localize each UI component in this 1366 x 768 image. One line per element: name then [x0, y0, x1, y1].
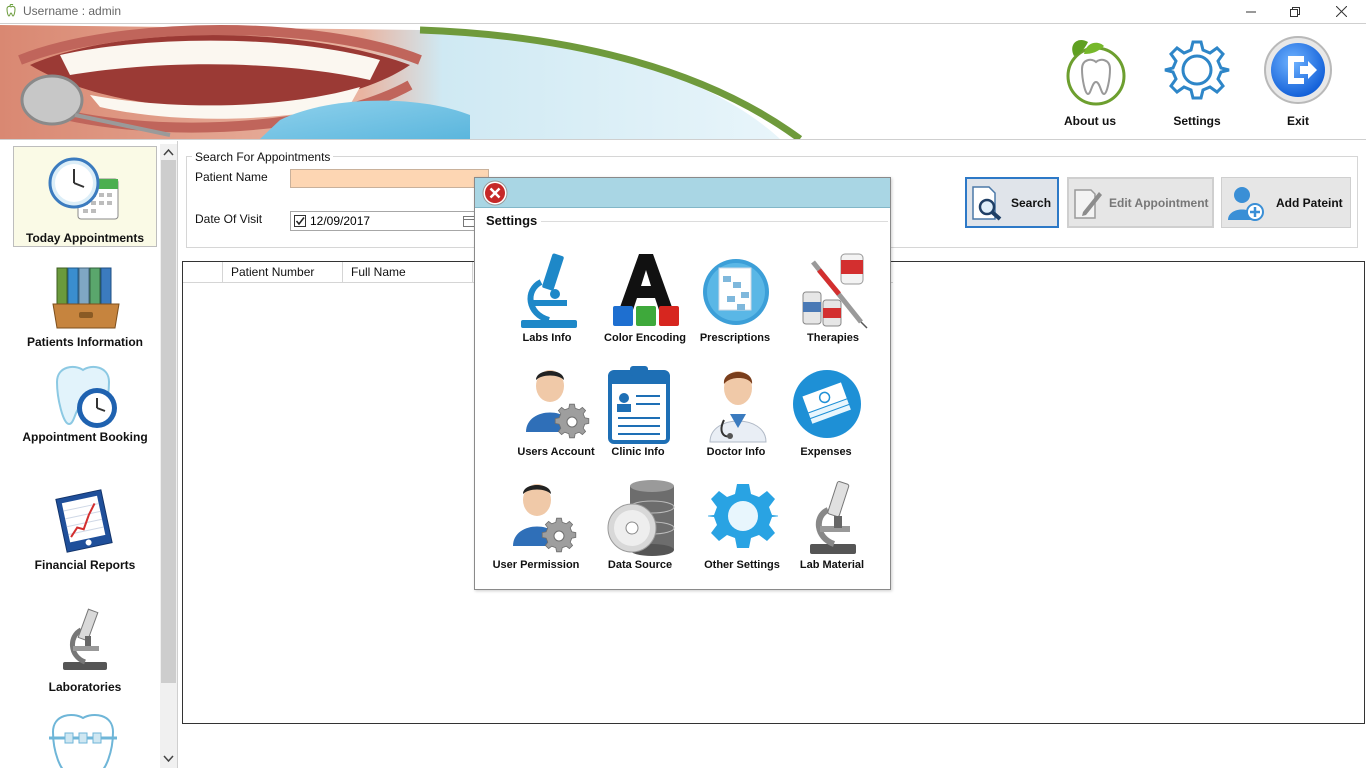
settings-item-label: Data Source — [607, 559, 673, 571]
title-bar: Username : admin — [0, 0, 1366, 23]
settings-dialog-header — [475, 178, 890, 208]
minimize-button[interactable] — [1228, 0, 1274, 23]
binders-icon — [52, 267, 120, 329]
nav-item-appointment-booking[interactable]: Appointment Booking — [13, 360, 157, 450]
microscope-icon — [521, 253, 577, 328]
nav-label: Financial Reports — [34, 558, 136, 572]
column-full-name[interactable]: Full Name — [343, 262, 473, 283]
add-patient-button[interactable]: Add Pateint — [1221, 177, 1351, 228]
restore-button[interactable] — [1272, 0, 1318, 23]
nav-item-patients-information[interactable]: Patients Information — [13, 262, 157, 352]
settings-item-expenses[interactable]: Expenses — [779, 366, 873, 476]
patient-name-label: Patient Name — [195, 170, 268, 184]
gear-icon — [708, 484, 778, 548]
close-icon — [1335, 6, 1347, 17]
scroll-thumb[interactable] — [161, 160, 176, 683]
settings-item-doctor-info[interactable]: Doctor Info — [689, 366, 783, 476]
dialog-divider — [486, 221, 888, 222]
settings-item-label: User Permission — [492, 559, 580, 571]
settings-button[interactable]: Settings — [1154, 32, 1240, 132]
date-of-visit-label: Date Of Visit — [195, 212, 263, 226]
prescription-icon — [703, 259, 769, 325]
date-checkbox[interactable] — [294, 215, 306, 227]
settings-item-clinic-info[interactable]: Clinic Info — [591, 366, 685, 476]
about-us-button[interactable]: About us — [1047, 32, 1133, 132]
user-gear-icon — [513, 484, 577, 553]
search-legend: Search For Appointments — [192, 150, 334, 164]
edit-appointment-label: Edit Appointment — [1109, 195, 1209, 210]
close-button[interactable] — [1318, 0, 1364, 23]
settings-item-label: Lab Material — [799, 559, 865, 571]
user-gear-icon — [526, 370, 590, 439]
nav-item-orthodontics[interactable] — [13, 710, 157, 768]
settings-item-color-encoding[interactable]: Color Encoding — [598, 252, 692, 362]
settings-item-label: Therapies — [807, 332, 859, 344]
app-tooth-icon — [6, 4, 16, 17]
minimize-icon — [1246, 11, 1256, 12]
scroll-up-icon[interactable] — [163, 147, 174, 157]
settings-item-data-source[interactable]: Data Source — [593, 480, 687, 590]
syringe-icon — [802, 253, 868, 329]
exit-label: Exit — [1286, 114, 1309, 128]
restore-icon — [1290, 6, 1300, 17]
dialog-close-icon[interactable] — [481, 180, 509, 206]
nav-label: Today Appointments — [26, 231, 144, 245]
checkmark-icon — [295, 217, 305, 226]
date-of-visit-picker[interactable]: 12/09/2017 — [290, 211, 478, 231]
search-button-label: Search — [1011, 195, 1052, 210]
microscope-icon — [810, 481, 856, 554]
nav-item-financial-reports[interactable]: Financial Reports — [13, 486, 157, 576]
settings-item-label: Labs Info — [522, 332, 572, 344]
settings-label: Settings — [1173, 114, 1221, 128]
nav-item-laboratories[interactable]: Laboratories — [13, 604, 157, 696]
add-patient-label: Add Pateint — [1276, 195, 1343, 210]
settings-item-label: Expenses — [800, 446, 852, 458]
header: About us Settings Exit — [0, 23, 1366, 140]
nav-scrollbar[interactable] — [160, 144, 177, 768]
tooth-clock-icon — [55, 365, 117, 428]
settings-item-label: Clinic Info — [611, 446, 665, 458]
patient-name-input[interactable] — [290, 169, 489, 188]
chart-report-icon — [55, 489, 113, 553]
row-header-column — [183, 262, 223, 283]
database-icon — [607, 480, 675, 556]
settings-item-other-settings[interactable]: Other Settings — [695, 480, 789, 590]
gear-icon — [1164, 40, 1230, 100]
nav-label: Patients Information — [26, 335, 143, 349]
about-us-label: About us — [1064, 114, 1116, 128]
settings-item-therapies[interactable]: Therapies — [786, 252, 880, 362]
nav-label: Laboratories — [48, 680, 122, 694]
exit-button[interactable]: Exit — [1255, 32, 1341, 132]
column-patient-number[interactable]: Patient Number — [223, 262, 343, 283]
settings-item-lab-material[interactable]: Lab Material — [785, 480, 879, 590]
clipboard-icon — [608, 366, 670, 444]
search-document-icon — [972, 185, 1002, 221]
settings-item-label: Prescriptions — [699, 332, 771, 344]
braces-tooth-icon — [49, 714, 117, 768]
add-user-icon — [1228, 186, 1264, 221]
settings-item-user-permission[interactable]: User Permission — [489, 480, 583, 590]
edit-appointment-button[interactable]: Edit Appointment — [1067, 177, 1214, 228]
money-icon — [793, 370, 861, 438]
settings-item-prescriptions[interactable]: Prescriptions — [688, 252, 782, 362]
calendar-clock-icon — [48, 157, 119, 220]
edit-document-icon — [1074, 188, 1102, 219]
microscope-icon — [63, 608, 107, 670]
doctor-icon — [709, 371, 767, 443]
scroll-down-icon[interactable] — [163, 754, 174, 764]
settings-dialog-title: Settings — [486, 213, 542, 228]
window-title: Username : admin — [23, 4, 122, 18]
date-value: 12/09/2017 — [310, 214, 371, 228]
nav-label: Appointment Booking — [22, 430, 148, 444]
search-button[interactable]: Search — [965, 177, 1059, 228]
exit-icon — [1264, 36, 1332, 104]
tooth-leaf-icon — [1066, 39, 1126, 106]
letter-a-icon — [613, 254, 679, 326]
settings-item-labs-info[interactable]: Labs Info — [500, 252, 594, 362]
nav-item-today-appointments[interactable]: Today Appointments — [13, 146, 157, 247]
settings-item-users-account[interactable]: Users Account — [509, 366, 603, 476]
dental-banner-image — [0, 25, 805, 139]
